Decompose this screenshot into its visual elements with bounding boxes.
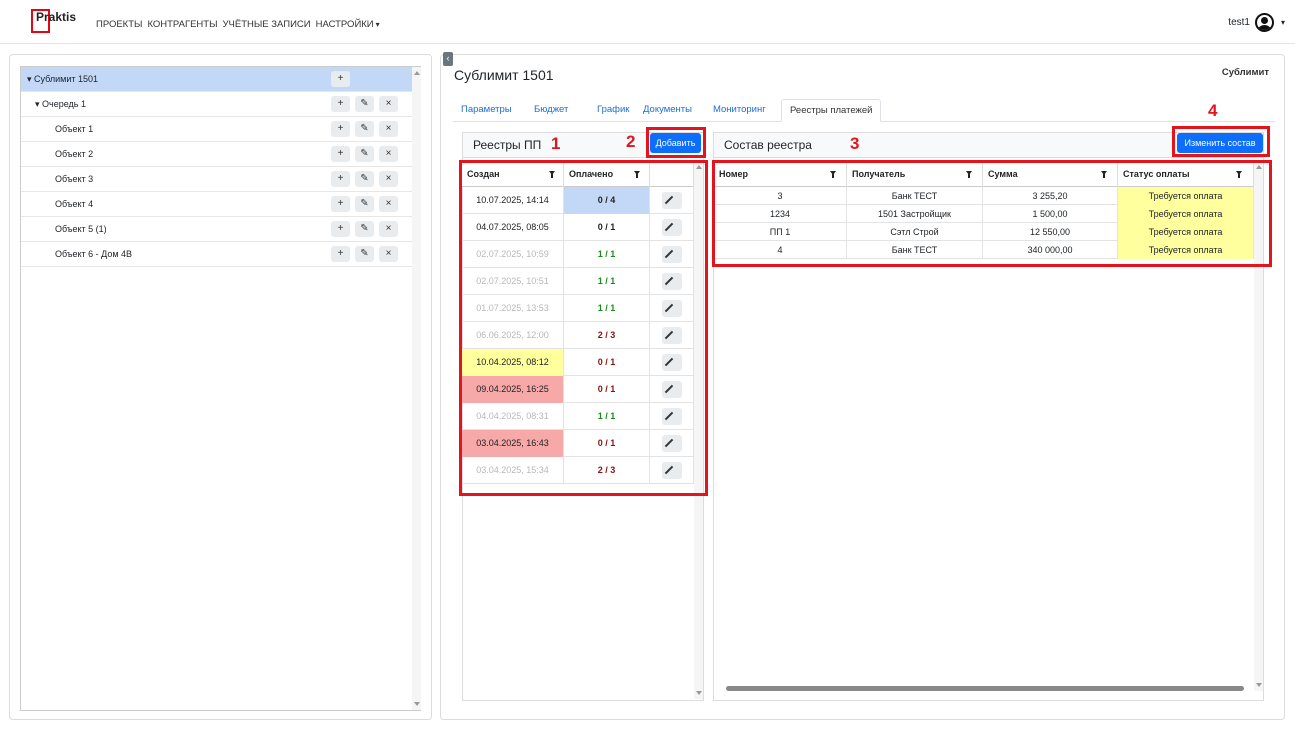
annotation-box-4: [1172, 126, 1270, 157]
user-name: test1: [1228, 17, 1250, 28]
scroll-thumb[interactable]: [726, 686, 1244, 691]
collapse-panel-button[interactable]: ‹: [443, 52, 453, 66]
tab-payment-registries[interactable]: Реестры платежей: [781, 99, 882, 122]
main-nav: ПРОЕКТЫ КОНТРАГЕНТЫ УЧЁТНЫЕ ЗАПИСИ НАСТР…: [96, 19, 380, 30]
tab-monitoring[interactable]: Мониторинг: [705, 99, 774, 122]
add-button[interactable]: +: [331, 221, 350, 237]
annotation-box-1: [459, 160, 708, 496]
tree-label-object: Объект 2: [55, 149, 94, 159]
nav-settings-label: НАСТРОЙКИ: [315, 19, 374, 30]
tree-label-object: Объект 4: [55, 199, 94, 209]
tab-bar: Параметры Бюджет График Документы Монито…: [453, 99, 1275, 122]
annotation-box-3: [712, 160, 1272, 267]
page-type-label: Сублимит: [1221, 67, 1269, 78]
edit-button[interactable]: ✎: [355, 246, 374, 262]
tree-row-object[interactable]: Объект 4 + ✎ ×: [21, 192, 412, 217]
pencil-icon: ✎: [360, 198, 369, 209]
delete-button[interactable]: ×: [379, 221, 398, 237]
tab-budget[interactable]: Бюджет: [526, 99, 576, 122]
edit-button[interactable]: ✎: [355, 221, 374, 237]
pencil-icon: ✎: [360, 223, 369, 234]
delete-button[interactable]: ×: [379, 96, 398, 112]
nav-projects[interactable]: ПРОЕКТЫ: [96, 19, 142, 30]
delete-button[interactable]: ×: [379, 171, 398, 187]
delete-button[interactable]: ×: [379, 196, 398, 212]
tree-row-object[interactable]: Объект 1 + ✎ ×: [21, 117, 412, 142]
tab-parameters[interactable]: Параметры: [453, 99, 520, 122]
expand-caret-icon[interactable]: ▾: [35, 99, 42, 109]
delete-button[interactable]: ×: [379, 121, 398, 137]
scroll-down-icon[interactable]: [696, 691, 702, 695]
delete-button[interactable]: ×: [379, 146, 398, 162]
tree-row-object[interactable]: Объект 2 + ✎ ×: [21, 142, 412, 167]
tree-label-root: Сублимит 1501: [34, 74, 99, 84]
tree-label-object: Объект 3: [55, 174, 94, 184]
expand-caret-icon[interactable]: ▾: [27, 74, 34, 84]
composition-title: Состав реестра: [724, 138, 812, 152]
delete-button[interactable]: ×: [379, 246, 398, 262]
nav-contractors[interactable]: КОНТРАГЕНТЫ: [147, 19, 217, 30]
pencil-icon: ✎: [360, 248, 369, 259]
scroll-down-icon[interactable]: [1256, 683, 1262, 687]
add-button[interactable]: +: [331, 146, 350, 162]
tree-label-object: Объект 6 - Дом 4В: [55, 249, 133, 259]
tree-row-queue[interactable]: ▾ Очередь 1 + ✎ ×: [21, 92, 412, 117]
avatar[interactable]: [1254, 13, 1274, 32]
edit-button[interactable]: ✎: [355, 146, 374, 162]
annotation-number-2: 2: [626, 132, 636, 151]
add-button[interactable]: +: [331, 171, 350, 187]
brand-logo[interactable]: Praktis: [36, 10, 76, 24]
edit-button[interactable]: ✎: [355, 121, 374, 137]
add-button[interactable]: +: [331, 121, 350, 137]
scroll-up-icon[interactable]: [414, 71, 420, 75]
tree-label-queue: Очередь 1: [42, 99, 86, 109]
edit-button[interactable]: ✎: [355, 196, 374, 212]
registries-title: Реестры ПП: [473, 138, 542, 152]
pencil-icon: ✎: [360, 173, 369, 184]
tree-row-root[interactable]: ▾ Сублимит 1501 +: [21, 67, 412, 92]
top-navbar: Praktis ПРОЕКТЫ КОНТРАГЕНТЫ УЧЁТНЫЕ ЗАПИ…: [0, 0, 1295, 44]
annotation-box-2: [646, 127, 706, 158]
add-button[interactable]: +: [331, 96, 350, 112]
tree-row-object[interactable]: Объект 5 (1) + ✎ ×: [21, 217, 412, 242]
annotation-number-3: 3: [850, 134, 860, 153]
composition-hscrollbar[interactable]: [714, 684, 1254, 693]
tree-label-object: Объект 1: [55, 124, 94, 134]
pencil-icon: ✎: [360, 148, 369, 159]
caret-down-icon[interactable]: ▾: [1281, 18, 1285, 27]
tree-row-object[interactable]: Объект 3 + ✎ ×: [21, 167, 412, 192]
add-button[interactable]: +: [331, 71, 350, 87]
project-tree: ▾ Сублимит 1501 + ▾ Очередь 1 + ✎ × Объе…: [20, 66, 421, 711]
pencil-icon: ✎: [360, 98, 369, 109]
edit-button[interactable]: ✎: [355, 171, 374, 187]
tab-schedule[interactable]: График: [589, 99, 637, 122]
edit-button[interactable]: ✎: [355, 96, 374, 112]
nav-accounts[interactable]: УЧЁТНЫЕ ЗАПИСИ: [223, 19, 311, 30]
scroll-down-icon[interactable]: [414, 702, 420, 706]
chevron-left-icon: ‹: [446, 53, 450, 63]
page-title: Сублимит 1501: [454, 67, 554, 83]
annotation-number-1: 1: [551, 134, 561, 153]
left-panel: ▾ Сублимит 1501 + ▾ Очередь 1 + ✎ × Объе…: [9, 54, 432, 720]
tab-documents[interactable]: Документы: [635, 99, 700, 122]
annotation-number-4: 4: [1208, 101, 1218, 120]
caret-down-icon: ▾: [375, 20, 380, 29]
add-button[interactable]: +: [331, 246, 350, 262]
nav-settings[interactable]: НАСТРОЙКИ ▾: [316, 19, 380, 30]
user-menu[interactable]: test1 ▾: [1228, 13, 1285, 32]
tree-label-object: Объект 5 (1): [55, 224, 107, 234]
tree-row-object[interactable]: Объект 6 - Дом 4В + ✎ ×: [21, 242, 412, 267]
pencil-icon: ✎: [360, 123, 369, 134]
tree-scrollbar[interactable]: [412, 67, 421, 710]
add-button[interactable]: +: [331, 196, 350, 212]
